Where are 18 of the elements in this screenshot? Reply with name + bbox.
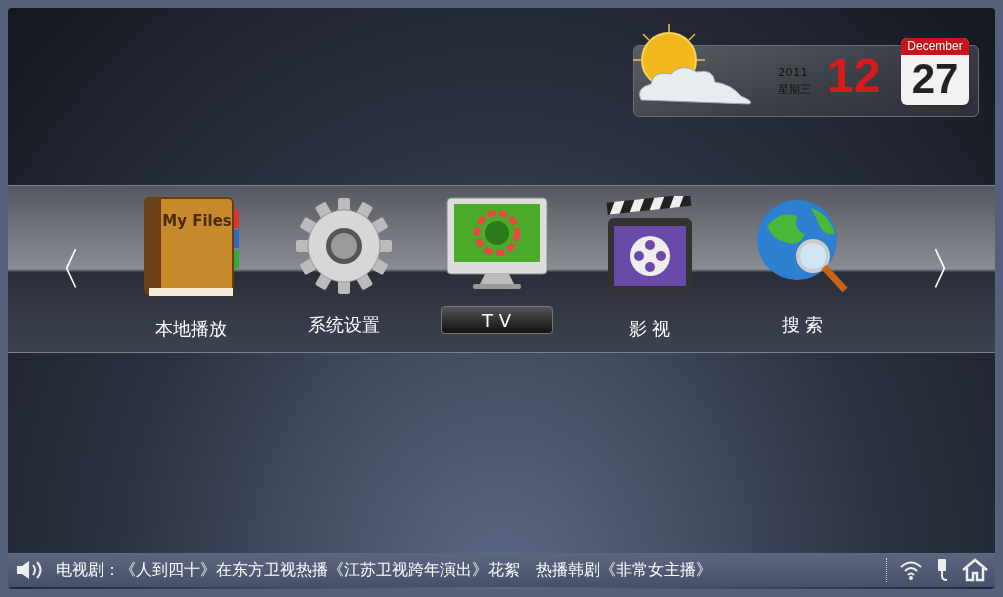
wifi-icon xyxy=(899,559,923,581)
usb-icon xyxy=(935,558,949,582)
month-text: December xyxy=(901,38,969,55)
menu-item[interactable]: 搜 索 xyxy=(777,310,828,338)
monitor-icon xyxy=(444,196,549,292)
menu-item[interactable]: 系统设置 xyxy=(303,310,384,338)
hour-text: 12 xyxy=(827,52,881,100)
book-icon xyxy=(143,197,239,296)
menu-item[interactable]: T V xyxy=(440,306,553,334)
menu-item[interactable]: 影 视 xyxy=(624,314,675,342)
gear-icon xyxy=(293,196,394,296)
icon-label: My Files xyxy=(161,212,232,230)
home-icon[interactable] xyxy=(961,558,989,582)
news-ticker: 电视剧：《人到四十》在东方卫视热播《江苏卫视跨年演出》花絮 热播韩剧《非常女主播》 xyxy=(56,559,713,581)
menu-item[interactable]: 本地播放 xyxy=(150,314,231,342)
year-text: 2011 xyxy=(778,65,809,81)
day-text: 27 xyxy=(911,55,959,103)
speaker-icon[interactable] xyxy=(14,559,44,581)
